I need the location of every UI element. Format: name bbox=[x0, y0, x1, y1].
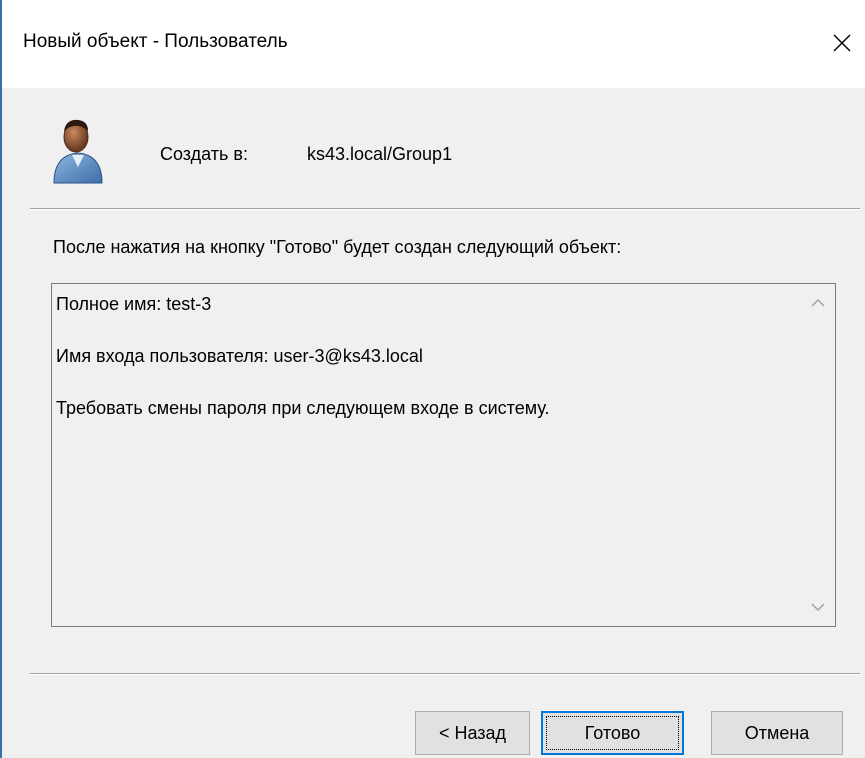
summary-logon-name: Имя входа пользователя: user-3@ks43.loca… bbox=[56, 346, 423, 366]
summary-full-name: Полное имя: test-3 bbox=[56, 294, 212, 314]
title-bar: Новый объект - Пользователь bbox=[0, 0, 865, 88]
summary-password-note: Требовать смены пароля при следующем вхо… bbox=[56, 398, 550, 418]
new-user-dialog: Новый объект - Пользователь Создать в: k… bbox=[0, 0, 865, 758]
chevron-up-icon bbox=[811, 299, 825, 307]
close-icon bbox=[833, 34, 851, 52]
focus-rectangle bbox=[546, 716, 679, 750]
window-border bbox=[0, 0, 2, 758]
cancel-button[interactable]: Отмена bbox=[711, 711, 843, 755]
chevron-down-icon bbox=[811, 603, 825, 611]
bottom-divider bbox=[30, 673, 860, 675]
back-button[interactable]: < Назад bbox=[415, 711, 530, 755]
scroll-up-button[interactable] bbox=[801, 286, 835, 320]
vertical-scrollbar[interactable] bbox=[801, 284, 835, 626]
scroll-down-button[interactable] bbox=[801, 590, 835, 624]
window-title: Новый объект - Пользователь bbox=[23, 31, 288, 52]
create-in-path: ks43.local/Group1 bbox=[307, 144, 453, 164]
create-in-label: Создать в: bbox=[160, 144, 248, 164]
finish-button[interactable]: Готово bbox=[541, 711, 684, 755]
summary-content: Полное имя: test-3 Имя входа пользовател… bbox=[56, 293, 795, 449]
top-divider bbox=[30, 208, 860, 210]
summary-intro-text: После нажатия на кнопку "Готово" будет с… bbox=[53, 237, 622, 257]
summary-textbox[interactable]: Полное имя: test-3 Имя входа пользовател… bbox=[51, 283, 836, 627]
user-icon bbox=[53, 119, 103, 184]
close-button[interactable] bbox=[819, 8, 865, 78]
